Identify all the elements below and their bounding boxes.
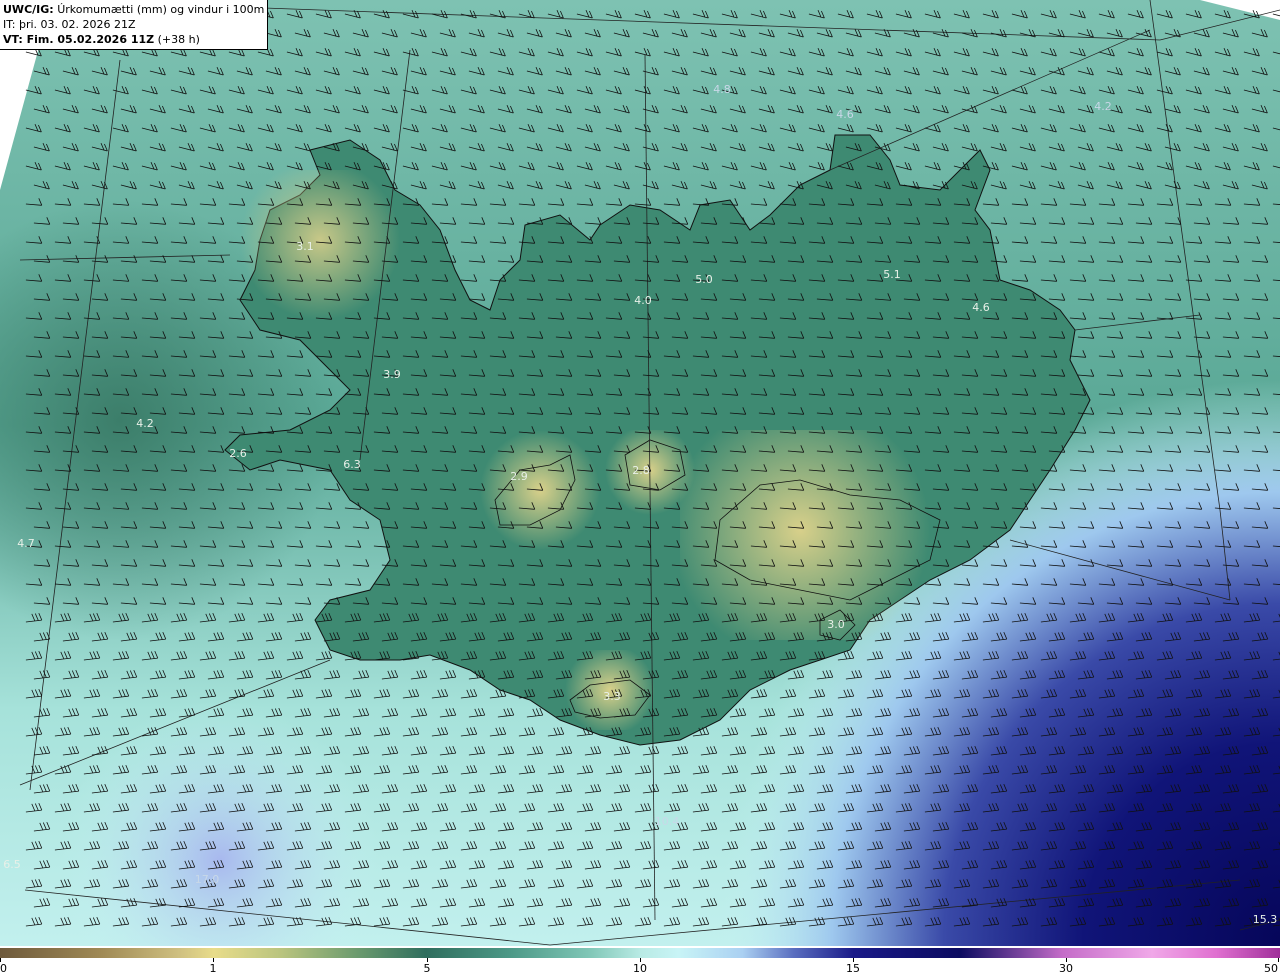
precip-colorbar [0,948,1280,958]
colorbar-tick-label: 0 [0,962,7,975]
map-value-label: 6.3 [343,458,361,471]
map-value-label: 5.0 [695,273,713,286]
map-value-label: 2.6 [229,447,247,460]
map-value-label: 4.8 [713,83,731,96]
colorbar-tick-label: 1 [209,962,217,975]
map-value-label: 15.3 [1253,913,1278,926]
colorbar-ticks: 0 1 5 10 15 30 50 [0,958,1280,978]
map-value-label: 6.5 [3,858,21,871]
map-info-box: UWC/IG: Úrkomumætti (mm) og vindur i 100… [0,0,268,50]
map-value-label: 3.1 [296,240,314,253]
map-value-label: 3.3 [603,690,621,703]
map-value-label: 3.0 [827,618,845,631]
map-value-label: 4.6 [972,301,990,314]
map-value-label: 4.2 [136,417,154,430]
map-value-label: 5.1 [883,268,901,281]
map-value-label: 4.6 [836,108,854,121]
init-time: IT: þri. 03. 02. 2026 21Z [3,18,136,31]
map-value-label: 4.2 [1094,100,1112,113]
colorbar-tick-label: 15 [846,962,860,975]
map-value-label: 4.0 [634,294,652,307]
map-value-label: 3.9 [383,368,401,381]
map-value-label: 17.0 [195,873,220,886]
map-value-label: 10.4 [655,815,680,828]
map-title: Úrkomumætti (mm) og vindur i 100m hæð [57,3,264,16]
colorbar-tick-mark [1278,958,1279,962]
weather-map: 3.1 3.9 4.2 2.6 6.3 4.7 4.0 5.0 5.1 4.6 2.9 2.8 3.0 3… [0,0,1280,946]
model-label: UWC/IG: [3,3,54,16]
valid-time-line: VT: Fim. 05.02.2026 11Z (+38 h) [3,32,264,47]
lead-time: (+38 h) [157,33,200,46]
map-value-label: 2.9 [510,470,528,483]
colorbar-tick-label: 50 [1264,962,1278,975]
title-line: UWC/IG: Úrkomumætti (mm) og vindur i 100… [3,2,264,17]
map-value-label: 4.7 [17,537,35,550]
colorbar-tick-label: 30 [1059,962,1073,975]
map-value-label: 2.8 [632,464,650,477]
colorbar-tick-label: 5 [423,962,431,975]
colorbar-tick-label: 10 [633,962,647,975]
valid-time: VT: Fim. 05.02.2026 11Z [3,33,155,46]
